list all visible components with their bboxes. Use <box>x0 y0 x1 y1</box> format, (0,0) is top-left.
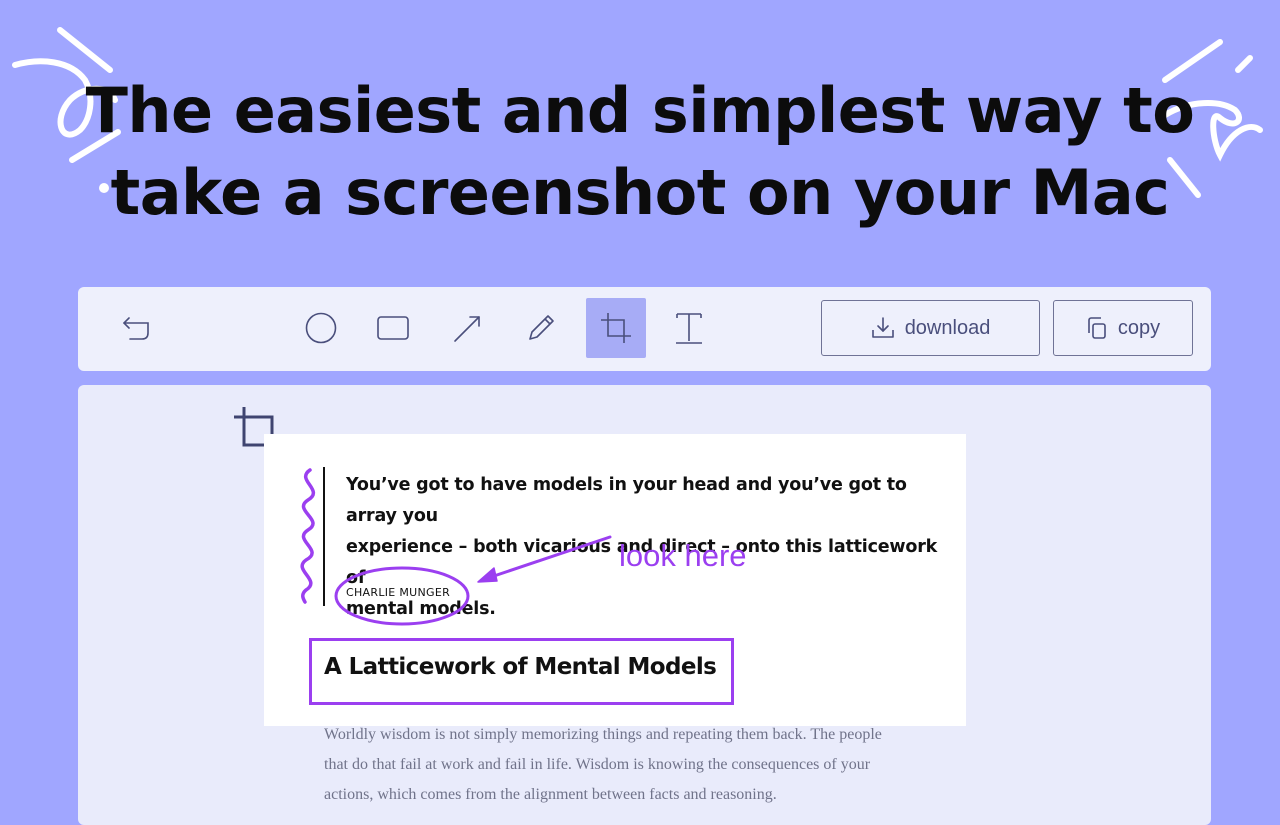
undo-icon <box>123 317 149 340</box>
crop-tool-button[interactable] <box>586 298 646 358</box>
quote-author: CHARLIE MUNGER <box>346 586 451 599</box>
circle-icon <box>305 312 337 344</box>
download-icon <box>871 317 894 338</box>
crop-icon <box>601 313 631 343</box>
body-line: actions, which comes from the alignment … <box>324 786 777 803</box>
rectangle-annotation <box>309 638 734 705</box>
download-button[interactable]: download <box>821 300 1040 356</box>
undo-button[interactable] <box>104 298 164 358</box>
text-annotation: look here <box>619 538 747 573</box>
text-tool-button[interactable] <box>659 298 719 358</box>
pencil-tool-button[interactable] <box>511 298 571 358</box>
annotation-toolbar: download copy <box>78 287 1211 371</box>
copy-label: copy <box>1117 316 1161 339</box>
circle-tool-button[interactable] <box>291 298 351 358</box>
text-icon <box>676 313 702 344</box>
arrow-tool-button[interactable] <box>438 298 498 358</box>
hero-headline: The easiest and simplest way to take a s… <box>0 70 1280 234</box>
quote-bar <box>323 467 325 606</box>
arrow-icon <box>454 316 480 342</box>
rectangle-icon <box>377 316 409 340</box>
body-paragraph: Worldly wisdom is not simply memorizing … <box>324 720 944 810</box>
headline-line-1: The easiest and simplest way to <box>85 74 1195 147</box>
body-line: that do that fail at work and fail in li… <box>324 756 871 773</box>
rectangle-tool-button[interactable] <box>363 298 423 358</box>
copy-button[interactable]: copy <box>1053 300 1193 356</box>
download-label: download <box>904 316 991 339</box>
headline-line-2: take a screenshot on your Mac <box>110 156 1170 229</box>
copy-icon <box>1088 317 1106 339</box>
quote-line: You’ve got to have models in your head a… <box>346 475 907 526</box>
body-line: Worldly wisdom is not simply memorizing … <box>324 726 882 743</box>
pencil-icon <box>529 315 554 340</box>
